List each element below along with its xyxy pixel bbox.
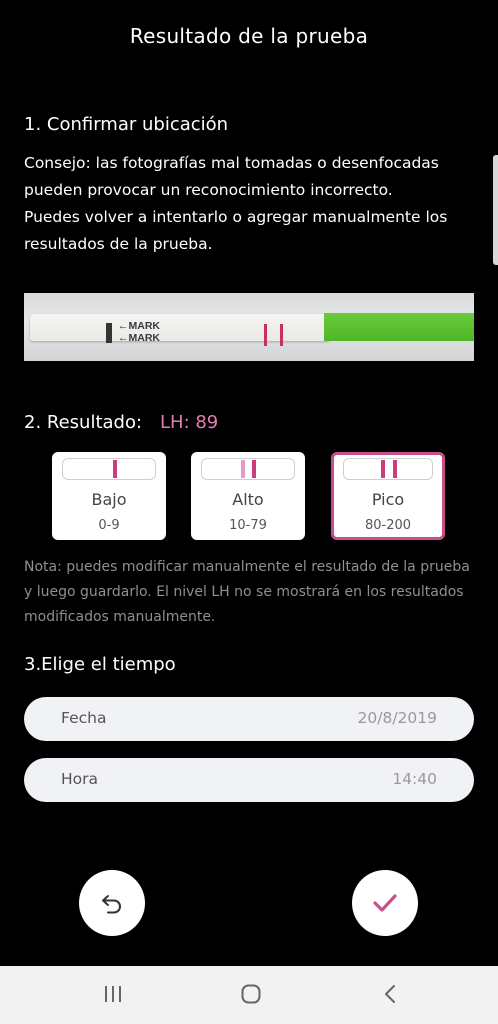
control-band [252, 460, 256, 478]
undo-button[interactable] [79, 870, 145, 936]
tip-line: resultados de la prueba. [24, 235, 213, 253]
test-strip-photo[interactable]: ←MARK ←MARK [24, 293, 474, 361]
time-field[interactable]: Hora 14:40 [24, 758, 474, 802]
page-title: Resultado de la prueba [129, 24, 369, 48]
system-navbar [0, 966, 498, 1024]
level-range: 10-79 [229, 518, 267, 533]
time-value: 14:40 [392, 770, 437, 788]
strip-mark-bar [106, 323, 112, 343]
strip-window [201, 458, 295, 480]
time-label: Hora [61, 770, 99, 788]
date-field[interactable]: Fecha 20/8/2019 [24, 697, 474, 741]
level-card-pico[interactable]: Pico 80-200 [331, 452, 445, 540]
level-card-bajo[interactable]: Bajo 0-9 [52, 452, 166, 540]
date-label: Fecha [61, 709, 107, 727]
note-text: Nota: puedes modificar manualmente el re… [24, 555, 479, 630]
level-name: Pico [371, 490, 405, 509]
undo-icon [102, 895, 121, 914]
strip-mark-text: ←MARK [118, 320, 160, 332]
home-icon[interactable] [240, 983, 262, 1005]
level-name: Alto [232, 490, 264, 509]
back-icon[interactable] [380, 983, 402, 1005]
strip-mark-label: ←MARK ←MARK [118, 320, 160, 344]
recent-apps-icon[interactable] [102, 983, 124, 1005]
note-line: modificados manualmente. [24, 609, 216, 625]
check-icon [373, 894, 397, 912]
strip-window [62, 458, 156, 480]
strip-window [343, 458, 433, 480]
control-band [393, 460, 397, 478]
lh-value: LH: 89 [160, 412, 219, 433]
section-confirm-heading: 1. Confirmar ubicación [24, 114, 229, 135]
level-range: 80-200 [364, 518, 412, 533]
strip-test-line [264, 324, 267, 346]
section-time-heading: 3.Elige el tiempo [24, 654, 176, 675]
test-band [381, 460, 385, 478]
strip-control-line [280, 324, 283, 346]
strip-absorbent-tip [324, 313, 474, 341]
date-value: 20/8/2019 [357, 709, 437, 727]
level-range: 0-9 [98, 518, 120, 533]
strip-mark-text: ←MARK [118, 332, 160, 344]
tip-line: Puedes volver a intentarlo o agregar man… [24, 208, 448, 226]
scroll-edge-tab[interactable] [493, 155, 498, 265]
tip-line: Consejo: las fotografías mal tomadas o d… [24, 154, 439, 172]
tip-line: pueden provocar un reconocimiento incorr… [24, 181, 393, 199]
level-card-alto[interactable]: Alto 10-79 [191, 452, 305, 540]
confirm-button[interactable] [352, 870, 418, 936]
note-line: Nota: puedes modificar manualmente el re… [24, 559, 470, 575]
control-band [113, 460, 117, 478]
test-band [241, 460, 245, 478]
note-line: y luego guardarlo. El nivel LH no se mos… [24, 584, 464, 600]
result-heading: 2. Resultado: [24, 412, 143, 433]
strip-body [30, 314, 330, 341]
level-name: Bajo [91, 490, 127, 509]
tip-text: Consejo: las fotografías mal tomadas o d… [24, 150, 474, 258]
